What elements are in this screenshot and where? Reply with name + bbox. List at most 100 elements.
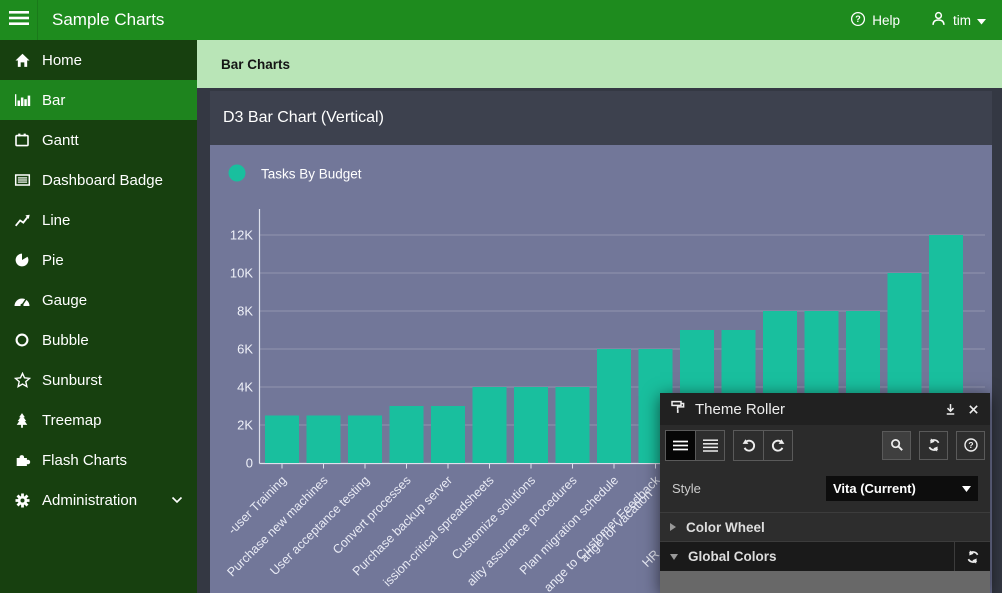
- global-colors-label: Global Colors: [688, 549, 777, 564]
- sidebar-item-label: Gantt: [42, 132, 79, 149]
- refresh-button[interactable]: [919, 431, 948, 460]
- color-wheel-label: Color Wheel: [686, 520, 765, 535]
- help-button[interactable]: ? Help: [850, 11, 900, 30]
- close-button[interactable]: [967, 403, 980, 416]
- export-theme-button[interactable]: [943, 402, 958, 417]
- sidebar-item-label: Treemap: [42, 412, 101, 429]
- reset-global-colors-button[interactable]: [954, 542, 990, 571]
- sidebar-item-label: Sunburst: [42, 372, 102, 389]
- user-menu-button[interactable]: tim: [930, 10, 986, 30]
- tree-icon: [12, 412, 32, 429]
- sidebar-item-label: Dashboard Badge: [42, 172, 163, 189]
- sidebar-item-treemap[interactable]: Treemap: [0, 400, 197, 440]
- menu-toggle-button[interactable]: [0, 0, 37, 40]
- sidebar-item-home[interactable]: Home: [0, 40, 197, 80]
- accordion-color-wheel[interactable]: Color Wheel: [660, 512, 990, 541]
- help-theme-button[interactable]: ?: [956, 431, 985, 460]
- sidebar-item-pie[interactable]: Pie: [0, 240, 197, 280]
- accordion-global-colors[interactable]: Global Colors: [660, 541, 990, 571]
- topbar-divider: [37, 0, 38, 40]
- refresh-icon: [965, 549, 981, 565]
- question-icon: ?: [963, 437, 979, 453]
- bar[interactable]: [431, 406, 465, 463]
- sidebar-item-bubble[interactable]: Bubble: [0, 320, 197, 360]
- help-icon: ?: [850, 11, 866, 30]
- y-axis-tick-label: 0: [246, 456, 253, 471]
- bar[interactable]: [556, 387, 590, 463]
- list-comfortable-icon: [702, 438, 719, 453]
- pie-chart-icon: [12, 252, 32, 268]
- sidebar-item-label: Bar: [42, 92, 65, 109]
- sidebar-item-administration[interactable]: Administration: [0, 480, 197, 520]
- style-select-value: Vita (Current): [833, 481, 916, 496]
- style-label: Style: [672, 481, 701, 496]
- download-icon: [943, 402, 958, 417]
- sidebar: Home Bar Gantt Dashboard Badge Line Pie Gauge B…: [0, 40, 197, 593]
- sidebar-item-label: Pie: [42, 252, 64, 269]
- legend-marker: [229, 165, 246, 182]
- bubble-icon: [12, 332, 32, 348]
- style-row: Style Vita (Current): [660, 465, 990, 512]
- sidebar-item-line[interactable]: Line: [0, 200, 197, 240]
- bar[interactable]: [473, 387, 507, 463]
- chart-panel-header: D3 Bar Chart (Vertical): [210, 91, 992, 145]
- sidebar-item-flash-charts[interactable]: Flash Charts: [0, 440, 197, 480]
- sidebar-item-label: Gauge: [42, 292, 87, 309]
- refresh-icon: [926, 437, 942, 453]
- theme-roller-panel: Theme Roller: [660, 393, 990, 593]
- y-axis-tick-label: 12K: [230, 228, 253, 243]
- user-icon: [930, 10, 947, 30]
- list-compact-icon: [672, 438, 689, 453]
- y-axis-tick-label: 6K: [237, 342, 253, 357]
- breadcrumb-title: Bar Charts: [221, 57, 290, 72]
- app-window: Sample Charts ? Help tim Home Bar Gantt Das…: [0, 0, 1002, 593]
- undo-redo-group: [733, 430, 793, 461]
- topbar: Sample Charts ? Help tim: [0, 0, 1002, 40]
- svg-text:?: ?: [855, 14, 861, 24]
- y-axis-tick-label: 4K: [237, 380, 253, 395]
- search-button[interactable]: [882, 431, 911, 460]
- sidebar-item-gantt[interactable]: Gantt: [0, 120, 197, 160]
- svg-text:?: ?: [968, 440, 973, 450]
- redo-button[interactable]: [763, 431, 792, 460]
- bar[interactable]: [265, 416, 299, 464]
- undo-button[interactable]: [734, 431, 763, 460]
- style-select[interactable]: Vita (Current): [826, 476, 978, 501]
- search-icon: [889, 437, 905, 453]
- comfortable-view-button[interactable]: [695, 431, 724, 460]
- badge-list-icon: [12, 172, 32, 188]
- sidebar-item-bar[interactable]: Bar: [0, 80, 197, 120]
- theme-roller-title: Theme Roller: [695, 401, 785, 418]
- bar[interactable]: [514, 387, 548, 463]
- view-mode-group: [665, 430, 725, 461]
- sidebar-item-label: Bubble: [42, 332, 89, 349]
- sidebar-item-gauge[interactable]: Gauge: [0, 280, 197, 320]
- redo-icon: [770, 437, 786, 453]
- gear-icon: [12, 492, 32, 509]
- compact-view-button[interactable]: [666, 431, 695, 460]
- breadcrumb-bar: Bar Charts: [197, 40, 1002, 88]
- star-icon: [12, 372, 32, 389]
- sidebar-item-label: Flash Charts: [42, 452, 127, 469]
- y-axis-tick-label: 10K: [230, 266, 253, 281]
- theme-roller-toolbar: ?: [660, 425, 990, 465]
- topbar-actions: ? Help tim: [850, 10, 1002, 30]
- chart-panel-title: D3 Bar Chart (Vertical): [223, 109, 384, 127]
- theme-roller-header: Theme Roller: [660, 393, 990, 425]
- calendar-icon: [12, 132, 32, 148]
- help-label: Help: [872, 13, 900, 28]
- sidebar-item-sunburst[interactable]: Sunburst: [0, 360, 197, 400]
- bar[interactable]: [390, 406, 424, 463]
- chevron-down-icon: [171, 496, 183, 504]
- chevron-down-icon: [670, 554, 678, 560]
- close-icon: [967, 403, 980, 416]
- sidebar-item-dashboard-badge[interactable]: Dashboard Badge: [0, 160, 197, 200]
- y-axis-tick-label: 8K: [237, 304, 253, 319]
- x-axis-label: HR: [639, 547, 662, 570]
- sidebar-item-label: Administration: [42, 492, 137, 509]
- bar[interactable]: [348, 416, 382, 464]
- caret-down-icon: [977, 13, 986, 28]
- bar[interactable]: [307, 416, 341, 464]
- sidebar-item-label: Line: [42, 212, 70, 229]
- bar[interactable]: [597, 349, 631, 463]
